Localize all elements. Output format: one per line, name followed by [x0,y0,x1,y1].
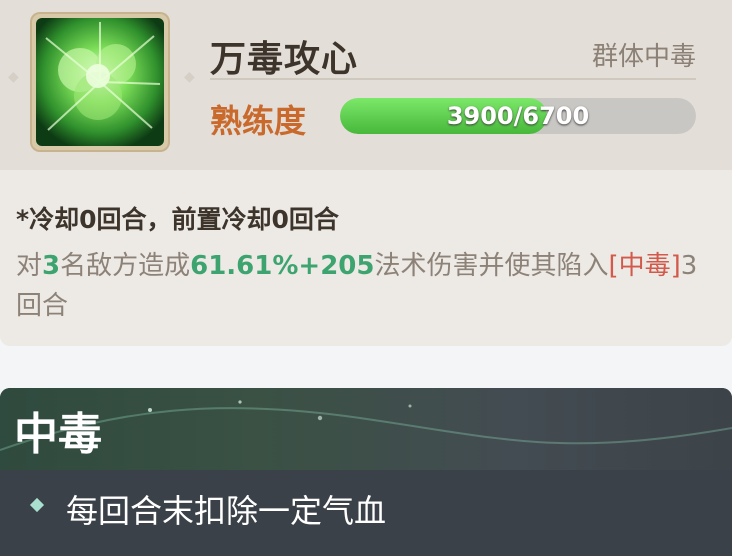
desc-text: 名敌方造成 [60,251,191,281]
skill-card: ◆ ◆ 万毒攻心 群体中毒 熟练度 3900/6700 *冷却0回合，前置冷却0… [0,0,732,346]
desc-text: 对 [16,251,43,281]
skill-description: 对3名敌方造成61.61%+205法术伤害并使其陷入[中毒]3回合 [16,246,716,326]
proficiency-progress-bar: 3900/6700 [340,98,696,134]
status-effect-card: 中毒 每回合末扣除一定气血 [0,388,732,556]
status-link[interactable]: [中毒] [609,251,681,281]
skill-icon-frame[interactable] [30,12,170,152]
status-title: 中毒 [14,409,102,460]
status-banner: 中毒 [0,388,732,470]
right-ornament-icon: ◆ [184,69,195,85]
sparkle-decoration [0,400,732,451]
skill-name: 万毒攻心 [210,39,359,80]
desc-text: 法术伤害并使其陷入 [374,251,609,281]
desc-targets: 3 [42,251,61,281]
divider [210,78,696,80]
proficiency-label: 熟练度 [210,102,307,140]
status-body: 每回合末扣除一定气血 [0,470,732,556]
skill-type: 群体中毒 [591,42,696,72]
status-description: 每回合末扣除一定气血 [66,492,387,530]
progress-text: 3900/6700 [446,102,590,130]
bullet-diamond-icon [29,497,45,513]
left-ornament-icon: ◆ [8,69,19,85]
poison-burst-icon [36,18,164,146]
cooldown-text: *冷却0回合，前置冷却0回合 [16,205,339,234]
desc-damage: 61.61%+205 [190,251,375,281]
skill-header: ◆ ◆ 万毒攻心 群体中毒 熟练度 3900/6700 [0,0,732,170]
